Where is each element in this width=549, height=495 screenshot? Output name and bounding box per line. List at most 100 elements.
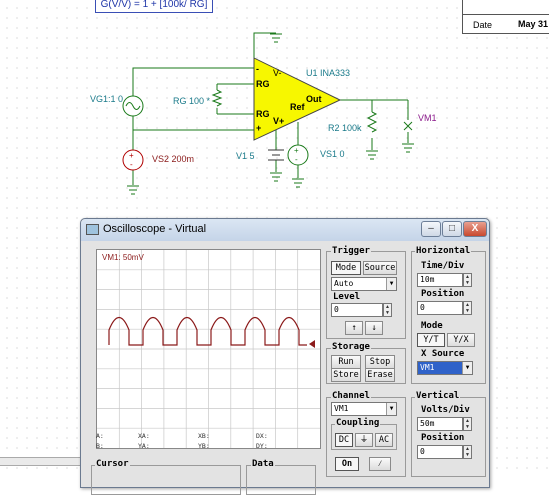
pin-out: Out [306, 94, 322, 104]
trigger-mode-select[interactable]: Auto ▼ [331, 277, 397, 291]
v-position-input[interactable]: 0 [417, 445, 463, 459]
vm1-label[interactable]: VM1 [418, 113, 437, 123]
oscilloscope-title: Oscilloscope - Virtual [103, 223, 207, 235]
ground-icon: ⏚ [359, 435, 369, 445]
data-group [246, 465, 316, 495]
chevron-down-icon[interactable]: ▼ [462, 362, 472, 374]
horizontal-scrollbar[interactable] [0, 457, 80, 466]
stop-button[interactable]: Stop [365, 355, 395, 369]
scope-screen[interactable]: VM1: 50mV [96, 249, 321, 449]
vm1-trace [108, 316, 307, 346]
ac-button[interactable]: AC [375, 433, 393, 447]
rg-resistor-icon[interactable] [211, 89, 223, 107]
volts-div-label: Volts/Div [421, 405, 470, 415]
wire-vg1-bottom[interactable] [132, 116, 254, 131]
r2-resistor-icon[interactable] [366, 111, 378, 133]
trigger-mode-button[interactable]: Mode [331, 261, 361, 275]
v-position-label: Position [421, 433, 465, 443]
level-input[interactable]: 0 [331, 303, 383, 317]
trigger-mode-value: Auto [334, 279, 354, 288]
mode-yx-button[interactable]: Y/X [447, 333, 475, 347]
pin-vminus: V- [273, 68, 282, 78]
coupling-title: Coupling [335, 418, 381, 428]
xsource-value: VM1 [420, 363, 435, 372]
vm1-meter-icon[interactable] [403, 121, 413, 131]
rising-edge-button[interactable]: ↑ [345, 321, 363, 335]
circuit-diagram: + - + - [122, 32, 414, 195]
storage-title: Storage [331, 342, 371, 352]
scope-graticule [97, 250, 320, 448]
falling-edge-icon: ↓ [371, 323, 377, 333]
vs1-label[interactable]: VS1 0 [320, 149, 345, 159]
minimize-button[interactable]: – [421, 221, 441, 237]
time-div-spinner[interactable]: ▲ ▼ [463, 273, 472, 287]
level-label: Level [333, 292, 361, 302]
rg-label[interactable]: RG 100 * [173, 96, 210, 106]
volts-div-input[interactable]: 50m [417, 417, 463, 431]
channel-select[interactable]: VM1 ▼ [331, 402, 397, 416]
readout-yb: YB: [198, 442, 210, 450]
svg-text:-: - [295, 155, 298, 164]
channel-on-button[interactable]: On [335, 457, 359, 471]
falling-edge-button[interactable]: ↓ [365, 321, 383, 335]
h-mode-label: Mode [421, 321, 443, 331]
r2-label[interactable]: R2 100k [328, 123, 362, 133]
chevron-down-icon[interactable]: ▼ [386, 278, 396, 290]
horizontal-title: Horizontal [415, 246, 472, 256]
cursor-group [91, 465, 241, 495]
channel-label: VM1: 50mV [102, 253, 144, 262]
readout-dy: DY: [256, 442, 268, 450]
pin-rg2: RG [256, 109, 270, 119]
vertical-title: Vertical [415, 391, 461, 401]
trigger-marker-icon[interactable] [309, 340, 315, 348]
oscilloscope-window[interactable]: Oscilloscope - Virtual – □ X VM1: 50mV A… [80, 218, 490, 495]
channel-title: Channel [331, 391, 371, 401]
h-position-label: Position [421, 289, 465, 299]
erase-button[interactable]: Erase [365, 368, 395, 382]
u1-label[interactable]: U1 INA333 [306, 68, 350, 78]
trigger-title: Trigger [331, 246, 371, 256]
wire-vminus[interactable] [253, 32, 276, 60]
pin-plus: + [256, 123, 262, 133]
readout-xb: XB: [198, 432, 210, 440]
xsource-select[interactable]: VM1 ▼ [417, 361, 473, 375]
mode-yt-button[interactable]: Y/T [417, 333, 445, 347]
probe-icon: ⁄ [377, 459, 383, 469]
h-position-input[interactable]: 0 [417, 301, 463, 315]
close-button[interactable]: X [463, 221, 487, 237]
rising-edge-icon: ↑ [351, 323, 357, 333]
pin-ref: Ref [290, 102, 305, 112]
wire-vg1-top[interactable] [132, 67, 254, 96]
store-button[interactable]: Store [331, 368, 361, 382]
v1-battery-icon[interactable] [268, 149, 284, 161]
trigger-source-button[interactable]: Source [363, 261, 397, 275]
data-title: Data [251, 459, 275, 469]
svg-text:+: + [129, 151, 134, 160]
readout-ya: YA: [138, 442, 150, 450]
ground-button[interactable]: ⏚ [355, 433, 373, 447]
svg-text:+: + [294, 146, 299, 155]
v-position-spinner[interactable]: ▲ ▼ [463, 445, 472, 459]
volts-div-spinner[interactable]: ▲ ▼ [463, 417, 472, 431]
h-position-spinner[interactable]: ▲ ▼ [463, 301, 472, 315]
vs2-label[interactable]: VS2 200m [152, 154, 194, 164]
readout-a: A: [96, 432, 104, 440]
v1-label[interactable]: V1 5 [236, 151, 255, 161]
dc-button[interactable]: DC [335, 433, 353, 447]
probe-button[interactable]: ⁄ [369, 457, 391, 471]
chevron-down-icon[interactable]: ▼ [386, 403, 396, 415]
pin-minus: - [256, 64, 259, 74]
readout-dx: DX: [256, 432, 268, 440]
pin-rg1: RG [256, 79, 270, 89]
channel-value: VM1 [334, 404, 349, 413]
level-spinner[interactable]: ▲ ▼ [383, 303, 392, 317]
time-div-input[interactable]: 10m [417, 273, 463, 287]
pin-vplus: V+ [273, 116, 285, 126]
readout-b: B: [96, 442, 104, 450]
readout-xa: XA: [138, 432, 150, 440]
maximize-button[interactable]: □ [442, 221, 462, 237]
run-button[interactable]: Run [331, 355, 361, 369]
oscilloscope-app-icon [86, 224, 99, 235]
vg1-label[interactable]: VG1:1 0 [90, 94, 123, 104]
oscilloscope-titlebar[interactable]: Oscilloscope - Virtual – □ X [81, 219, 489, 241]
